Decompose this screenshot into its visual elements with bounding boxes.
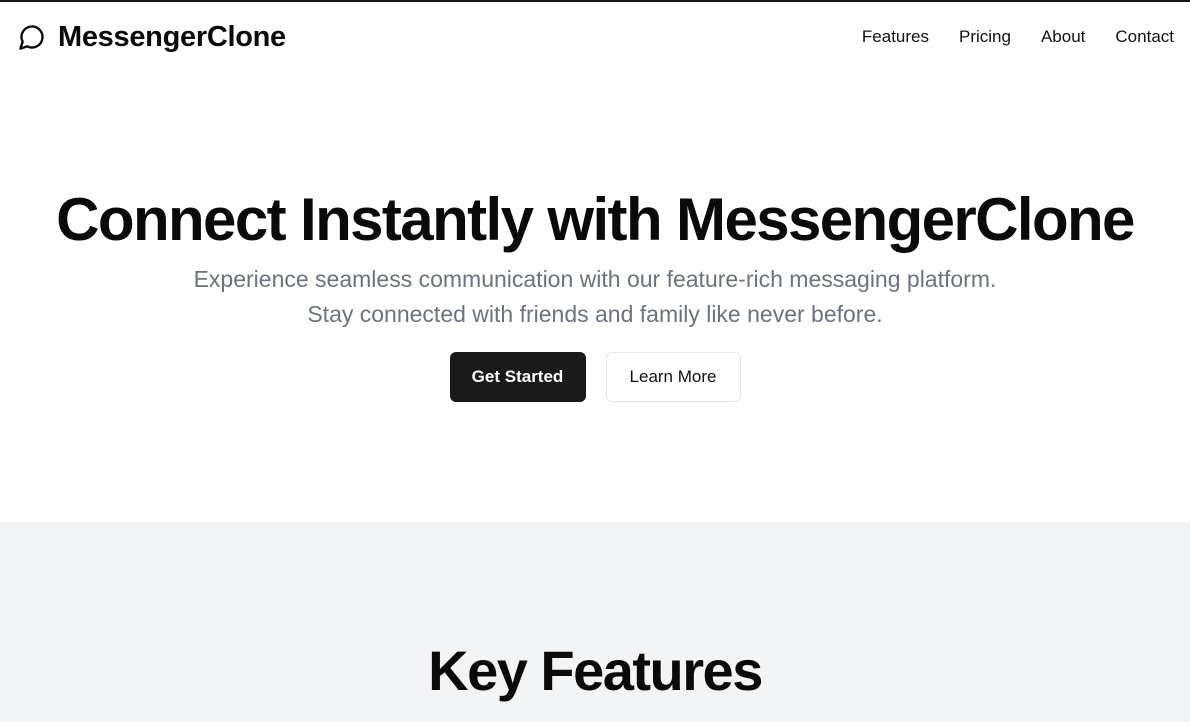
main-nav: Features Pricing About Contact <box>862 27 1174 47</box>
learn-more-button[interactable]: Learn More <box>605 352 741 402</box>
brand-link[interactable]: MessengerClone <box>18 21 286 54</box>
nav-link-about[interactable]: About <box>1041 27 1085 47</box>
features-title: Key Features <box>428 639 763 702</box>
message-circle-icon <box>18 22 48 52</box>
get-started-button[interactable]: Get Started <box>449 352 586 402</box>
nav-link-contact[interactable]: Contact <box>1115 27 1174 47</box>
site-header: MessengerClone Features Pricing About Co… <box>0 2 1190 72</box>
hero-subtitle: Experience seamless communication with o… <box>193 266 997 327</box>
nav-link-features[interactable]: Features <box>862 27 929 47</box>
nav-link-pricing[interactable]: Pricing <box>959 27 1011 47</box>
features-section: Key Features <box>0 522 1190 722</box>
hero-cta-group: Get Started Learn More <box>0 352 1190 402</box>
hero-section: Connect Instantly with MessengerClone Ex… <box>0 72 1190 522</box>
brand-name: MessengerClone <box>58 20 286 53</box>
hero-title: Connect Instantly with MessengerClone <box>56 186 1135 253</box>
